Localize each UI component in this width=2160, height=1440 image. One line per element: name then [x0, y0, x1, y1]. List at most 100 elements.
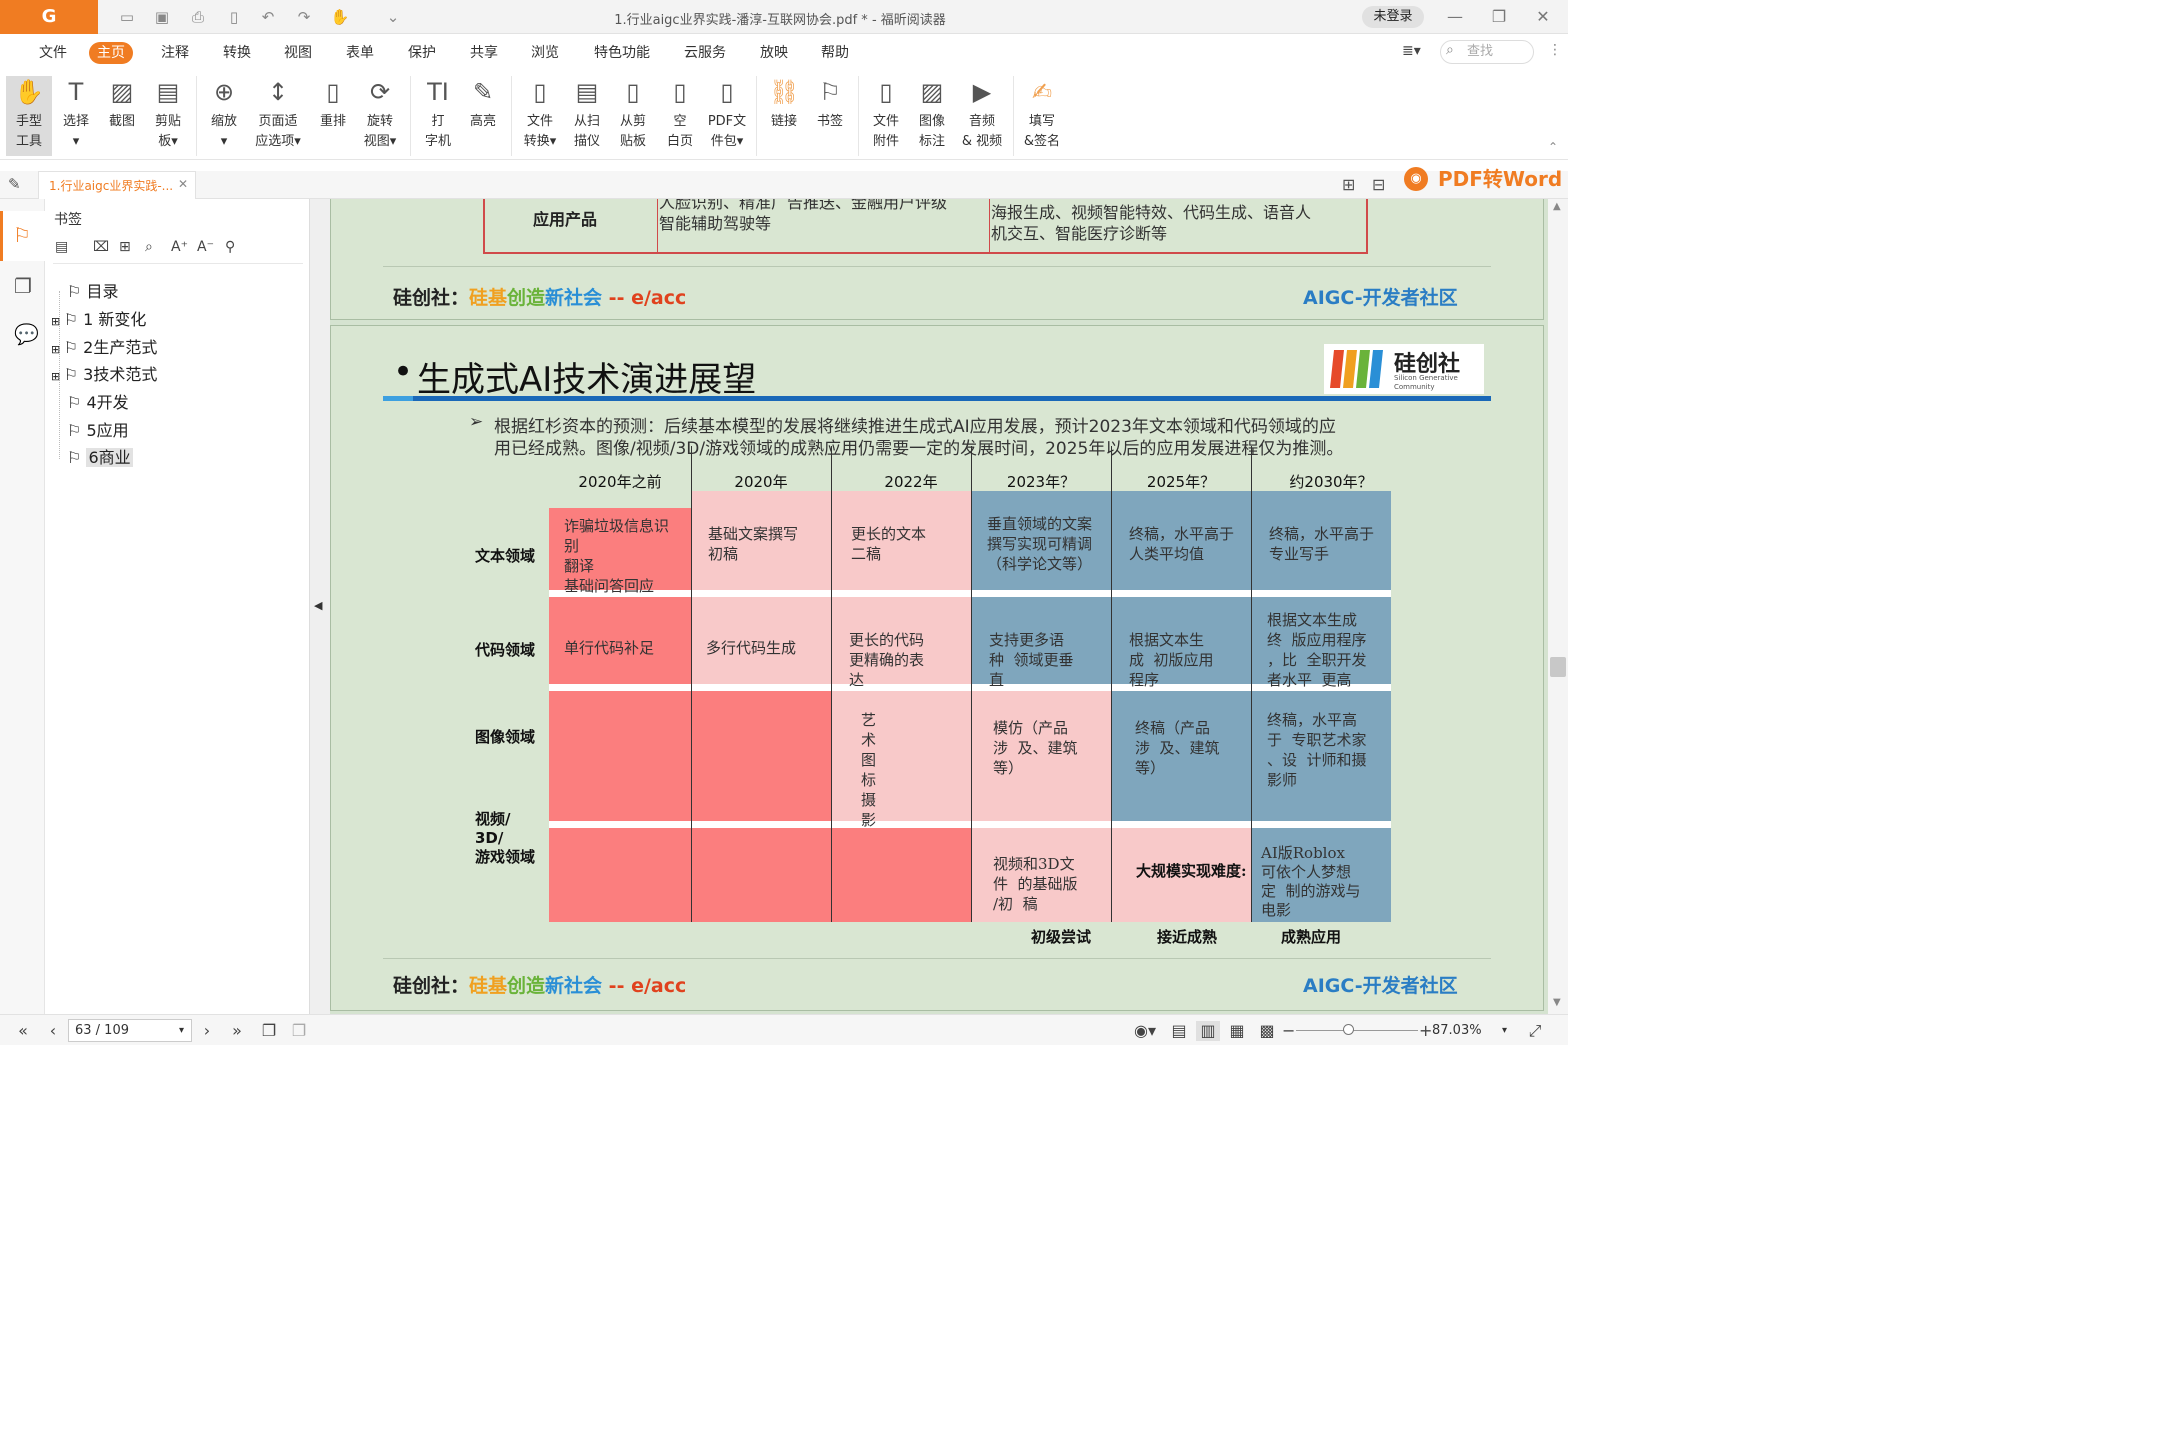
zoom-slider[interactable]	[1296, 1030, 1418, 1031]
rotate-view-button[interactable]: ⟳ 旋转 视图▾	[358, 76, 402, 156]
bookmark-item[interactable]: ⊞ ⚐ 3技术范式	[51, 364, 157, 386]
app-logo[interactable]: G	[0, 0, 98, 34]
fill-sign-button[interactable]: ✍ 填写 &签名	[1020, 76, 1064, 156]
layout-icon[interactable]: ⊟	[1372, 175, 1385, 194]
bookmark-button[interactable]: ⚐ 书签	[810, 76, 850, 156]
clipboard-button[interactable]: ▤ 剪贴 板▾	[148, 76, 188, 156]
comments-panel-icon[interactable]: 💬	[14, 322, 39, 346]
page-copy-icon[interactable]: ❐	[258, 1021, 280, 1041]
menu-help[interactable]: 帮助	[813, 42, 857, 64]
zoom-out-icon[interactable]: −	[1282, 1021, 1295, 1041]
menu-home[interactable]: 主页	[89, 42, 133, 64]
restore-icon[interactable]: ❐	[1488, 6, 1510, 28]
bookmark-item[interactable]: ⚐ 目录	[67, 281, 118, 303]
search-options-icon[interactable]: ≣▾	[1402, 43, 1421, 59]
menu-form[interactable]: 表单	[338, 42, 382, 64]
collapse-panel-icon[interactable]: ◀	[314, 599, 322, 612]
zoom-level-select[interactable]: 87.03% ▾	[1432, 1021, 1514, 1041]
search-input[interactable]: 查找	[1440, 40, 1534, 64]
add-bookmark-icon[interactable]: ⊞	[119, 239, 131, 255]
login-button[interactable]: 未登录	[1362, 6, 1424, 28]
hand-tool-quick-icon[interactable]: ✋	[330, 7, 350, 27]
screenshot-button[interactable]: ▨ 截图	[102, 76, 142, 156]
menu-features[interactable]: 特色功能	[586, 42, 658, 64]
close-icon[interactable]: ✕	[1532, 6, 1554, 28]
from-scanner-button[interactable]: ▤ 从扫 描仪	[567, 76, 607, 156]
pdf-package-button[interactable]: ▯ PDF文 件包▾	[704, 76, 750, 156]
expand-icon[interactable]: ⊞	[51, 370, 64, 383]
read-mode-icon[interactable]: ◉▾	[1128, 1021, 1162, 1041]
blank-page-button[interactable]: ▯ 空白页	[660, 76, 700, 156]
select-button[interactable]: T 选择 ▾	[56, 76, 96, 156]
collapse-ribbon-icon[interactable]: ⌃	[1548, 140, 1558, 154]
expand-icon[interactable]: ⊞	[51, 343, 64, 356]
redo-icon[interactable]: ↷	[294, 7, 314, 27]
audio-video-button[interactable]: ▶ 音频 & 视频	[958, 76, 1006, 156]
menu-protect[interactable]: 保护	[400, 42, 444, 64]
grid-view-icon[interactable]: ⊞	[1342, 175, 1355, 194]
next-page-icon[interactable]: ›	[198, 1021, 216, 1041]
font-larger-icon[interactable]: A⁺	[171, 239, 188, 255]
menu-view[interactable]: 视图	[276, 42, 320, 64]
facing-continuous-icon[interactable]: ▩	[1256, 1021, 1278, 1041]
document-tab[interactable]: 1.行业aigc业界实践-...	[38, 171, 196, 199]
menu-share[interactable]: 共享	[462, 42, 506, 64]
document-view[interactable]: 应用产品 人脸识别、精准广告推送、金融用户评级 智能辅助驾驶等 海报生成、视频智能…	[330, 199, 1548, 1014]
link-button[interactable]: ⛓ 链接	[764, 76, 804, 156]
menu-browse[interactable]: 浏览	[523, 42, 567, 64]
edit-icon[interactable]: ✎	[8, 175, 21, 193]
typewriter-button[interactable]: TI 打字机	[418, 76, 458, 156]
menu-cloud[interactable]: 云服务	[676, 42, 734, 64]
minimize-icon[interactable]: —	[1444, 6, 1466, 28]
highlight-button[interactable]: ✎ 高亮	[463, 76, 503, 156]
last-page-icon[interactable]: »	[226, 1021, 248, 1041]
scrollbar-thumb[interactable]	[1550, 657, 1566, 677]
scroll-down-icon[interactable]: ▼	[1553, 997, 1561, 1008]
customize-quick-access-icon[interactable]: ⌄	[383, 7, 403, 27]
panel-splitter[interactable]: ◀	[310, 199, 330, 1014]
pages-panel-icon[interactable]: ❐	[14, 274, 32, 298]
print-icon[interactable]: ⎙	[188, 7, 208, 27]
new-file-icon[interactable]: ▯	[224, 7, 244, 27]
page-paste-icon[interactable]: ❐	[288, 1021, 310, 1041]
continuous-page-icon[interactable]: ▥	[1196, 1021, 1220, 1041]
vertical-scrollbar[interactable]: ▲ ▼	[1548, 199, 1568, 1014]
reflow-button[interactable]: ▯ 重排	[313, 76, 353, 156]
zoom-dropdown-icon[interactable]: ▾	[1502, 1021, 1507, 1041]
find-bookmark-icon[interactable]: ⌕	[145, 239, 153, 255]
single-page-icon[interactable]: ▤	[1168, 1021, 1190, 1041]
pdf-to-word-button[interactable]: ◉ PDF转Word	[1398, 162, 1568, 196]
zoom-button[interactable]: ⊕ 缩放 ▾	[204, 76, 244, 156]
menu-slideshow[interactable]: 放映	[752, 42, 796, 64]
bookmark-tag-icon[interactable]: ⚲	[225, 239, 235, 255]
save-icon[interactable]: ▣	[152, 7, 172, 27]
delete-bookmark-icon[interactable]: ⌧	[93, 239, 109, 255]
fit-page-button[interactable]: ↕ 页面适 应选项▾	[250, 76, 306, 156]
image-annotation-button[interactable]: ▨ 图像 标注	[912, 76, 952, 156]
from-clipboard-button[interactable]: ▯ 从剪 贴板	[613, 76, 653, 156]
expand-icon[interactable]: ⊞	[51, 315, 64, 328]
page-number-input[interactable]: 63 / 109 ▾	[68, 1019, 192, 1042]
menu-file[interactable]: 文件	[31, 42, 75, 64]
file-attachment-button[interactable]: ▯ 文件 附件	[866, 76, 906, 156]
close-tab-icon[interactable]: ✕	[178, 177, 188, 191]
more-icon[interactable]: ⋮	[1548, 42, 1562, 58]
menu-comment[interactable]: 注释	[153, 42, 197, 64]
facing-page-icon[interactable]: ▦	[1226, 1021, 1248, 1041]
font-smaller-icon[interactable]: A⁻	[197, 239, 214, 255]
fullscreen-icon[interactable]: ⤢	[1524, 1021, 1546, 1041]
undo-icon[interactable]: ↶	[258, 7, 278, 27]
zoom-in-icon[interactable]: +	[1419, 1021, 1432, 1041]
bookmark-panel-icon[interactable]: ⚐	[13, 223, 31, 247]
previous-page-icon[interactable]: ‹	[44, 1021, 62, 1041]
bookmark-item[interactable]: ⚐ 4开发	[67, 392, 129, 414]
bookmark-item[interactable]: ⚐ 5应用	[67, 420, 129, 442]
menu-convert[interactable]: 转换	[215, 42, 259, 64]
page-dropdown-icon[interactable]: ▾	[179, 1020, 184, 1041]
bookmark-item[interactable]: ⊞ ⚐ 2生产范式	[51, 337, 157, 359]
open-folder-icon[interactable]: ▭	[117, 7, 137, 27]
bookmark-item[interactable]: ⊞ ⚐ 1 新变化	[51, 309, 146, 331]
zoom-slider-handle[interactable]	[1343, 1024, 1354, 1035]
bookmark-options-icon[interactable]: ▤	[55, 239, 68, 255]
hand-tool-button[interactable]: ✋ 手型 工具	[6, 76, 52, 156]
